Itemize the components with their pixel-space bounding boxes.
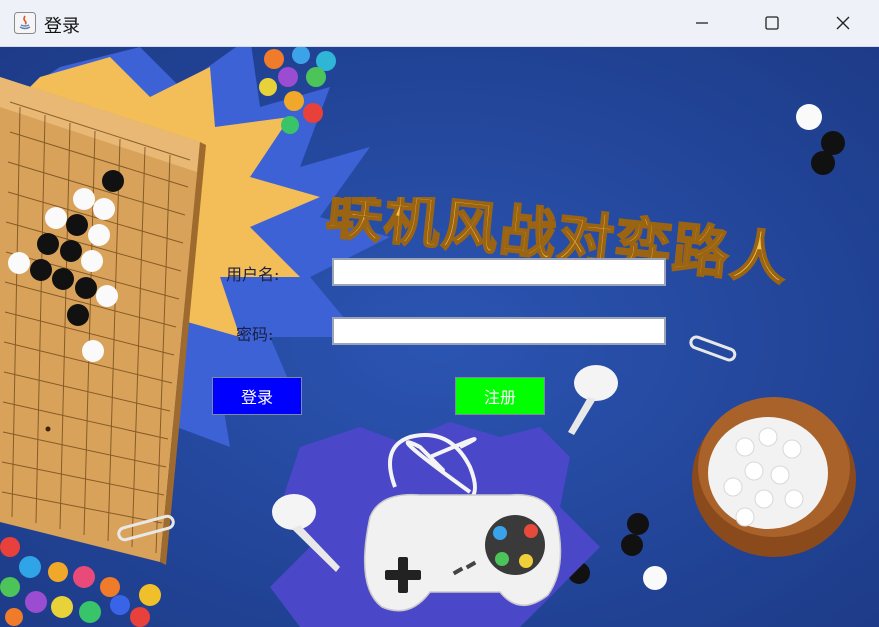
login-button[interactable]: 登录 [212, 377, 302, 415]
register-button[interactable]: 注册 [455, 377, 545, 415]
java-app-icon [14, 12, 36, 34]
login-window: 登录 联机风战对弈路人 用户名: 密码: 登录 注册 [0, 0, 879, 627]
close-button[interactable] [814, 0, 872, 46]
username-label: 用户名: [226, 265, 280, 284]
window-title: 登录 [44, 16, 80, 37]
maximize-button[interactable] [743, 0, 801, 46]
title-bar[interactable]: 登录 [0, 0, 879, 47]
login-panel: 联机风战对弈路人 用户名: 密码: 登录 注册 [0, 47, 879, 627]
minimize-icon [696, 22, 708, 24]
password-input[interactable] [332, 317, 666, 345]
maximize-icon [765, 16, 779, 30]
username-input[interactable] [332, 258, 666, 286]
close-icon [836, 16, 850, 30]
password-label: 密码: [236, 325, 274, 344]
minimize-button[interactable] [673, 0, 731, 46]
